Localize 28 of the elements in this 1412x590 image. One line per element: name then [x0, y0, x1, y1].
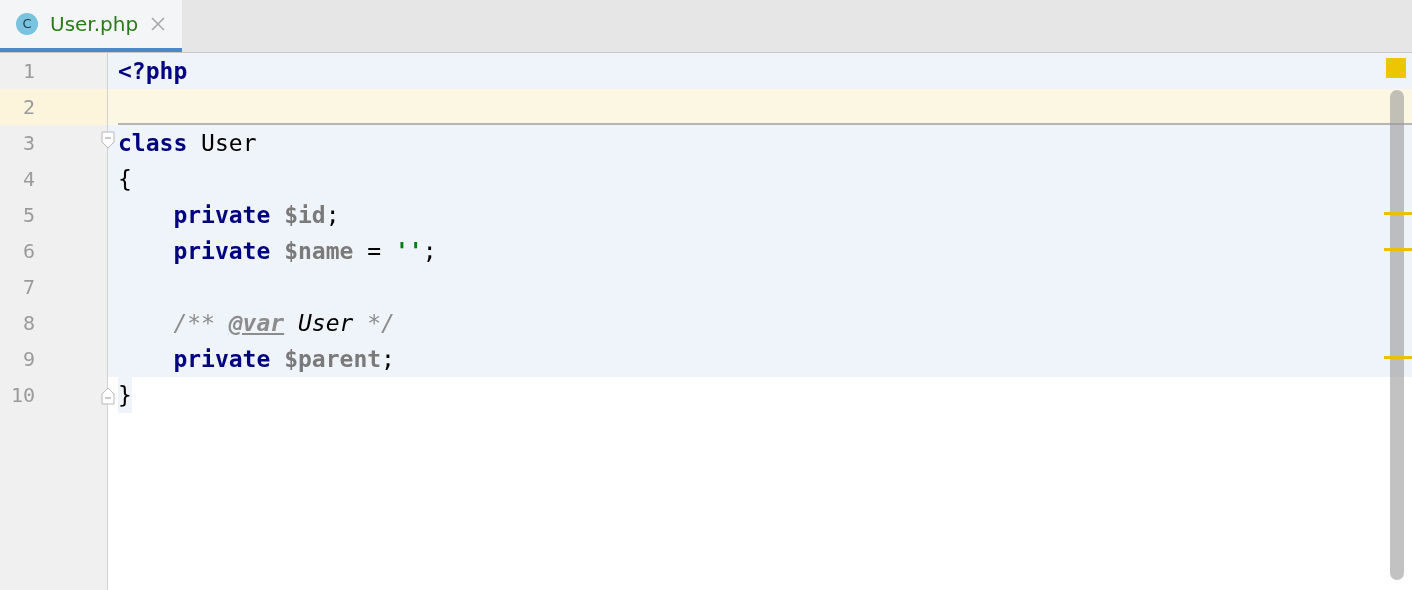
line-number: 8 — [22, 310, 35, 337]
code-line: { — [118, 165, 132, 194]
code-line: class User — [118, 129, 257, 158]
code-line: private $id; — [173, 201, 340, 230]
class-icon: C — [16, 13, 38, 35]
line-number: 2 — [22, 94, 35, 121]
scrollbar-thumb[interactable] — [1390, 90, 1404, 580]
line-number: 4 — [22, 166, 35, 193]
line-number: 3 — [22, 130, 35, 157]
fold-icon[interactable] — [101, 131, 115, 149]
warning-marker[interactable] — [1384, 356, 1412, 359]
status-indicator[interactable] — [1386, 58, 1406, 78]
line-number: 9 — [22, 346, 35, 373]
warning-marker[interactable] — [1384, 212, 1412, 215]
close-icon[interactable] — [150, 16, 167, 32]
line-number: 6 — [22, 238, 35, 265]
line-number: 1 — [22, 58, 35, 85]
fold-icon[interactable] — [101, 387, 115, 405]
line-number: 5 — [22, 202, 35, 229]
code-line: /** @var User */ — [173, 309, 395, 338]
warning-marker[interactable] — [1384, 248, 1412, 251]
file-tab[interactable]: C User.php — [0, 0, 183, 52]
code-line: private $parent; — [173, 345, 395, 374]
line-number: 10 — [10, 382, 35, 409]
line-number: 7 — [22, 274, 35, 301]
code-line: <?php — [118, 57, 188, 86]
code-line: private $name = ''; — [173, 237, 437, 266]
tab-label: User.php — [50, 11, 139, 38]
